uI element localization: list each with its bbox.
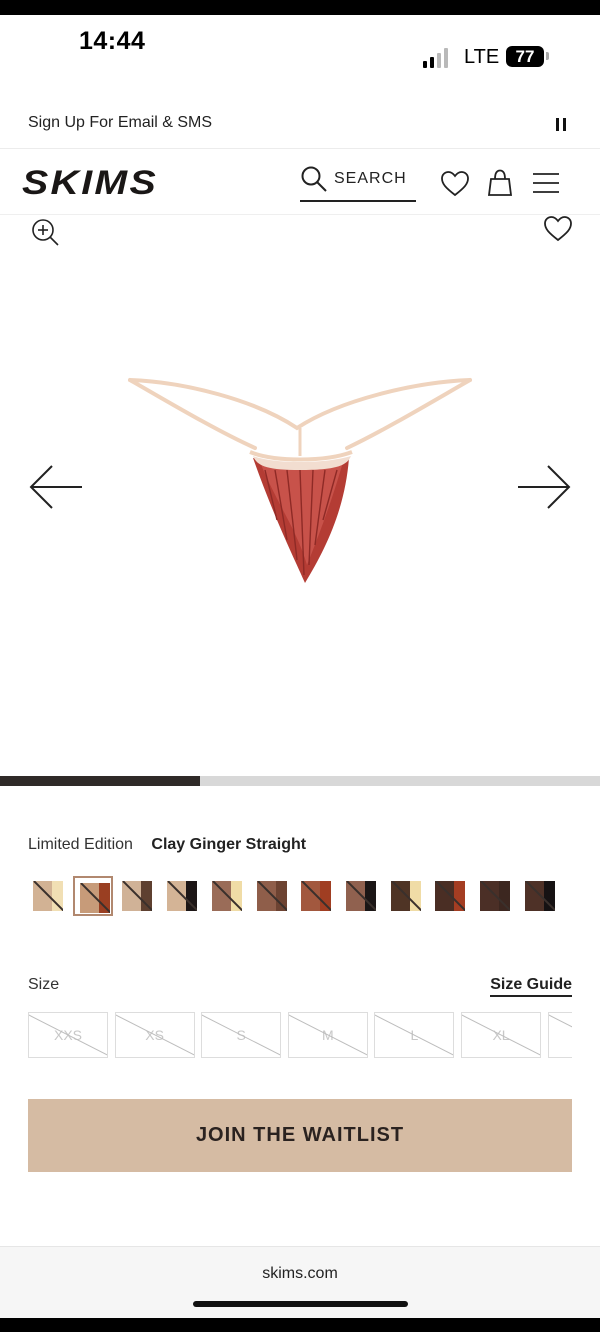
swatch-color <box>480 881 510 911</box>
promo-text[interactable]: Sign Up For Email & SMS <box>28 114 212 132</box>
shade-swatch[interactable] <box>252 876 292 916</box>
unavailable-strike <box>288 1013 367 1057</box>
selected-shade-name: Clay Ginger Straight <box>151 836 307 853</box>
swatch-color <box>524 881 555 911</box>
signal-icon <box>423 46 455 68</box>
swatch-color <box>33 881 63 911</box>
image-progress-fill <box>0 776 200 786</box>
size-option[interactable]: XXL <box>547 1012 572 1058</box>
unavailable-strike <box>375 1013 454 1057</box>
size-guide-link[interactable]: Size Guide <box>490 976 572 997</box>
swatch-color <box>167 881 198 911</box>
shade-swatch[interactable] <box>296 876 336 916</box>
size-option[interactable]: S <box>201 1012 282 1058</box>
size-option[interactable]: L <box>374 1012 455 1058</box>
battery-cap <box>546 52 549 60</box>
product-image <box>128 378 472 583</box>
shade-swatch[interactable] <box>207 876 247 916</box>
unavailable-strike <box>29 1013 107 1057</box>
shopping-bag-icon[interactable] <box>485 168 515 198</box>
shade-label: Limited Edition <box>28 836 133 853</box>
brand-text: SKIMS <box>22 164 158 200</box>
unavailable-strike <box>548 1013 572 1057</box>
size-option[interactable]: M <box>287 1012 368 1058</box>
skims-logo[interactable]: SKIMS <box>22 164 162 200</box>
home-indicator <box>193 1301 408 1307</box>
favorite-heart-icon[interactable] <box>543 214 573 244</box>
zoom-in-icon[interactable] <box>30 217 60 247</box>
shade-swatch[interactable] <box>72 876 113 916</box>
size-option[interactable]: XL <box>461 1012 541 1058</box>
swatch-color <box>256 881 287 911</box>
size-options: XXSXSSMLXLXXL <box>28 1012 572 1060</box>
size-option[interactable]: XXS <box>28 1012 108 1058</box>
unavailable-strike <box>202 1013 281 1057</box>
shade-swatch[interactable] <box>386 876 426 916</box>
pause-icon[interactable] <box>556 118 566 131</box>
search-label: SEARCH <box>334 170 407 187</box>
status-time: 14:44 <box>79 27 146 55</box>
swatch-color <box>345 881 376 911</box>
menu-icon[interactable] <box>531 168 561 198</box>
shade-swatch[interactable] <box>475 876 515 916</box>
battery-icon: 77 <box>506 46 544 67</box>
shade-swatch[interactable] <box>520 876 560 916</box>
top-bezel <box>0 0 600 15</box>
swatch-color <box>79 883 110 913</box>
join-waitlist-button[interactable]: JOIN THE WAITLIST <box>28 1099 572 1172</box>
image-progress-bar <box>0 776 600 786</box>
shade-swatch[interactable] <box>430 876 470 916</box>
wishlist-heart-icon[interactable] <box>440 169 470 199</box>
size-heading: Size Size Guide <box>28 974 572 1000</box>
shade-swatch[interactable] <box>162 876 202 916</box>
search-button[interactable]: SEARCH <box>300 163 416 202</box>
size-option[interactable]: XS <box>114 1012 195 1058</box>
shade-swatch[interactable] <box>341 876 381 916</box>
browser-address-bar[interactable]: skims.com <box>0 1246 600 1319</box>
unavailable-strike <box>115 1013 194 1057</box>
search-icon <box>301 166 327 192</box>
swatch-color <box>390 881 421 911</box>
next-image-arrow-icon[interactable] <box>516 464 572 510</box>
shade-swatch[interactable] <box>117 876 157 916</box>
shade-heading: Limited Edition Clay Ginger Straight <box>28 836 306 854</box>
previous-image-arrow-icon[interactable] <box>28 464 84 510</box>
swatch-color <box>122 881 153 911</box>
bottom-bezel <box>0 1318 600 1332</box>
swatch-color <box>301 881 332 911</box>
swatch-color <box>435 881 466 911</box>
size-label: Size <box>28 976 60 993</box>
promo-banner[interactable]: Sign Up For Email & SMS <box>0 100 600 149</box>
shade-swatch[interactable] <box>28 876 68 916</box>
unavailable-strike <box>462 1013 540 1057</box>
url-text[interactable]: skims.com <box>0 1265 600 1283</box>
network-label: LTE <box>464 46 500 68</box>
swatch-color <box>211 881 242 911</box>
shade-swatches <box>28 876 568 916</box>
